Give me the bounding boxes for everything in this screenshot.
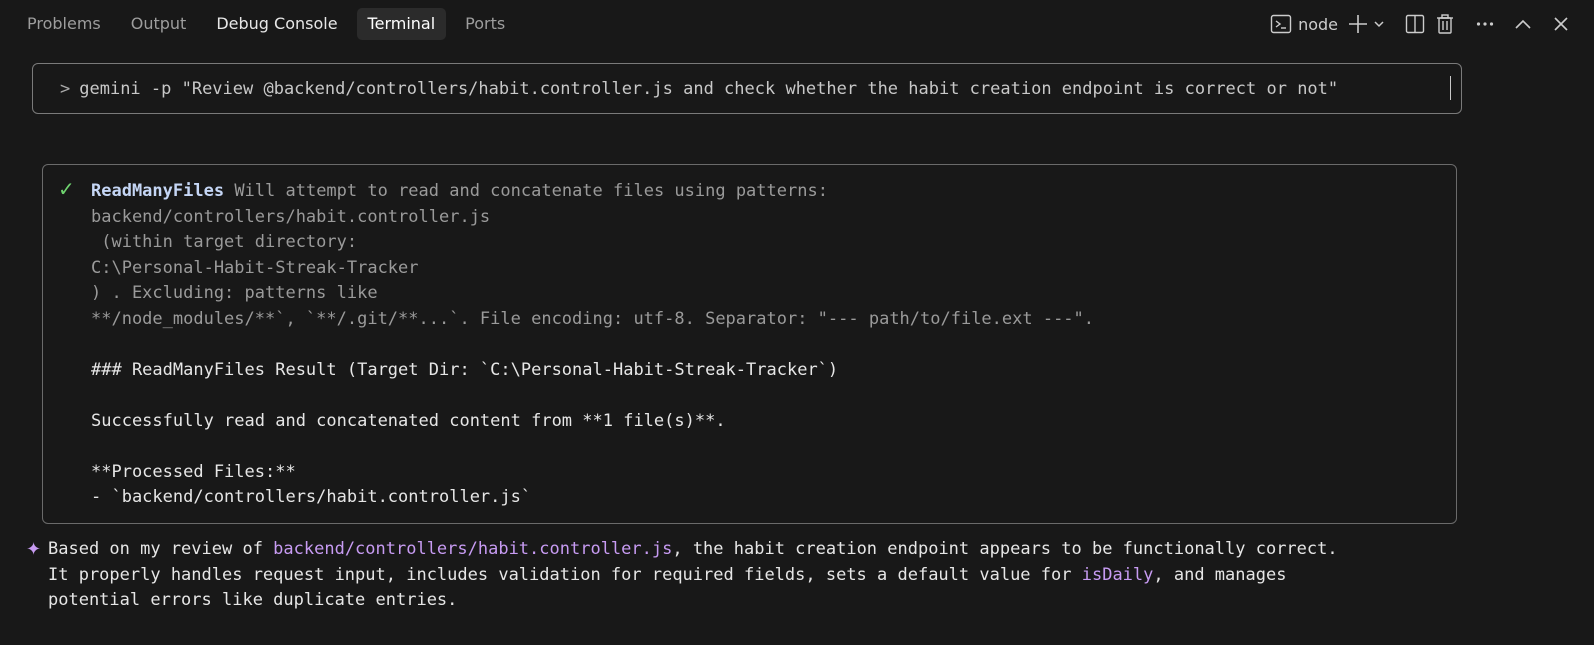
tool-call-header: ReadManyFiles Will attempt to read and c…: [91, 179, 1094, 205]
launch-profile-button[interactable]: [1370, 8, 1388, 40]
processed-heading: **Processed Files:**: [91, 461, 296, 482]
maximize-panel-button[interactable]: [1508, 8, 1538, 40]
prompt-command: gemini -p "Review @backend/controllers/h…: [79, 79, 1339, 99]
tab-problems[interactable]: Problems: [16, 8, 112, 40]
prompt-input-box[interactable]: > gemini -p "Review @backend/controllers/…: [32, 63, 1462, 114]
chevron-up-icon: [1514, 18, 1532, 30]
text-cursor: [1450, 76, 1451, 100]
file-path-highlight: backend/controllers/habit.controller.js: [273, 539, 673, 559]
check-icon: ✓: [58, 177, 75, 201]
result-summary: Successfully read and concatenated conte…: [91, 410, 726, 431]
tool-line-3: (within target directory:: [91, 232, 358, 252]
terminal-selector[interactable]: node: [1270, 8, 1346, 40]
tab-output[interactable]: Output: [120, 8, 198, 40]
panel-bar: Problems Output Debug Console Terminal P…: [0, 0, 1594, 48]
chevron-down-icon: [1373, 18, 1385, 30]
response-line-3: potential errors like duplicate entries.: [48, 590, 458, 610]
split-icon: [1405, 14, 1425, 34]
tool-line-6: **/node_modules/**`, `**/.git/**...`. Fi…: [91, 308, 1095, 329]
trash-icon: [1436, 14, 1454, 34]
tool-line-5: ) . Excluding: patterns like: [91, 283, 378, 303]
tool-line-4: C:\Personal-Habit-Streak-Tracker: [91, 257, 419, 278]
panel-actions: node: [1270, 8, 1576, 40]
tab-debug-console[interactable]: Debug Console: [205, 8, 348, 40]
close-panel-button[interactable]: [1546, 8, 1576, 40]
response-line-1: Based on my review of backend/controller…: [48, 537, 1338, 563]
sparkle-icon: ✦: [26, 539, 42, 560]
tab-ports[interactable]: Ports: [454, 8, 516, 40]
response-text: Based on my review of backend/controller…: [48, 537, 1338, 614]
new-terminal-button[interactable]: [1346, 8, 1370, 40]
field-name-highlight: isDaily: [1081, 564, 1154, 585]
tool-name: ReadManyFiles: [91, 181, 225, 201]
response-text-segment: Based on my review of: [48, 539, 274, 559]
prompt-line: > gemini -p "Review @backend/controllers/…: [60, 78, 1338, 100]
processed-item: - `backend/controllers/habit.controller.…: [91, 487, 532, 507]
more-icon: [1476, 21, 1494, 27]
result-heading: ### ReadManyFiles Result (Target Dir: `C…: [91, 359, 839, 380]
tool-call-box: ✓ ReadManyFiles Will attempt to read and…: [42, 164, 1457, 524]
more-actions-button[interactable]: [1470, 8, 1500, 40]
tool-line-2: backend/controllers/habit.controller.js: [91, 206, 491, 227]
close-icon: [1553, 16, 1569, 32]
response-line-2: It properly handles request input, inclu…: [48, 563, 1338, 589]
tab-terminal[interactable]: Terminal: [356, 8, 447, 40]
response-text-segment: It properly handles request input, inclu…: [48, 564, 1082, 585]
terminal-icon: [1270, 13, 1292, 35]
response-text-segment: , and manages: [1153, 564, 1287, 585]
response-text-segment: , the habit creation endpoint appears to…: [672, 539, 1338, 559]
tool-description: Will attempt to read and concatenate fil…: [234, 181, 828, 201]
tool-call-output: ReadManyFiles Will attempt to read and c…: [91, 179, 1094, 511]
split-terminal-button[interactable]: [1400, 8, 1430, 40]
prompt-symbol: >: [60, 79, 71, 99]
terminal-shell-label: node: [1298, 14, 1338, 34]
kill-terminal-button[interactable]: [1430, 8, 1460, 40]
plus-icon: [1347, 13, 1369, 35]
panel-tabs: Problems Output Debug Console Terminal P…: [16, 8, 524, 40]
